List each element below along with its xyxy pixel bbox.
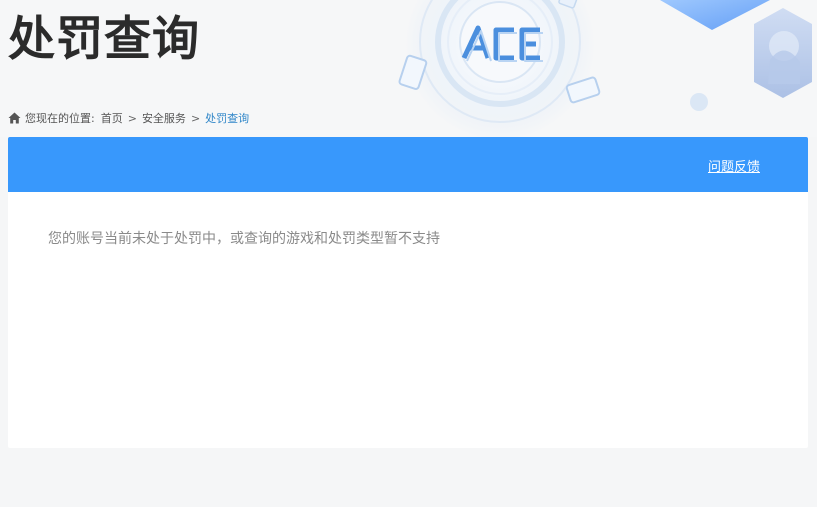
result-message: 您的账号当前未处于处罚中，或查询的游戏和处罚类型暂不支持 <box>48 231 440 247</box>
ace-logo-icon <box>461 25 543 62</box>
breadcrumb: 您现在的位置: 首页 > 安全服务 > 处罚查询 <box>8 110 249 126</box>
page-title: 处罚查询 <box>8 12 200 67</box>
breadcrumb-item-current: 处罚查询 <box>205 112 250 125</box>
panel-header-bar: 问题反馈 <box>8 137 808 192</box>
feedback-link[interactable]: 问题反馈 <box>708 156 760 175</box>
breadcrumb-separator: > <box>190 111 201 125</box>
page-header: 处罚查询 您现在的位置: 首页 > 安全服务 > 处罚查询 <box>0 0 817 137</box>
penalty-panel: 问题反馈 您的账号当前未处于处罚中，或查询的游戏和处罚类型暂不支持 <box>8 137 808 448</box>
breadcrumb-item-home[interactable]: 首页 <box>101 110 123 126</box>
home-icon <box>8 112 21 124</box>
breadcrumb-prefix: 您现在的位置: <box>25 112 95 125</box>
character-badge <box>754 8 812 98</box>
breadcrumb-item-security-service[interactable]: 安全服务 <box>142 110 186 126</box>
breadcrumb-separator: > <box>127 111 137 125</box>
